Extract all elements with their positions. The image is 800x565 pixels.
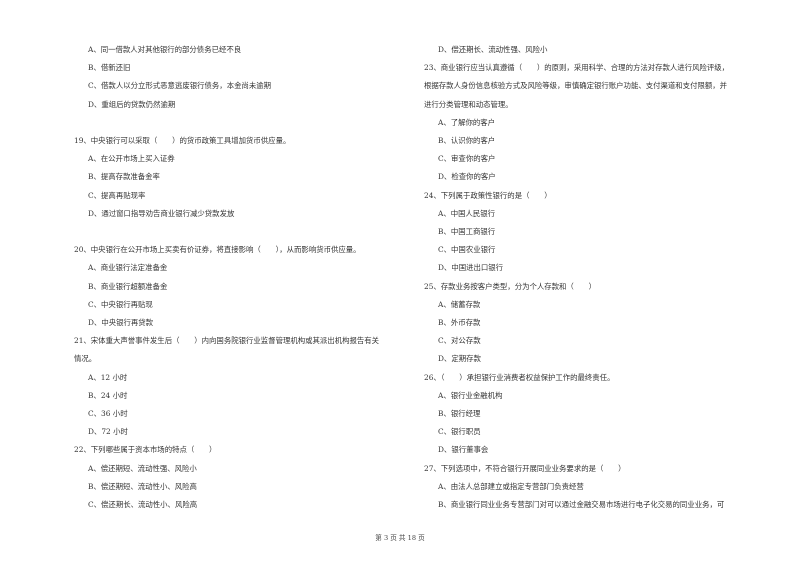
q24-option-c: C、中国农业银行 [438,245,496,255]
q24-option-b: B、中国工商银行 [438,227,496,237]
q21-stem-line1: 21、宋体重大声誉事件发生后（ ）内向国务院银行业监督管理机构或其派出机构报告有… [74,336,380,346]
q18-option-b: B、借新还旧 [88,63,131,73]
q25-option-b: B、外币存款 [438,318,481,328]
q22-option-b: B、偿还期短、流动性小、风险高 [88,481,197,491]
q20-option-c: C、中央银行再贴现 [88,299,153,309]
q23-option-b: B、认识你的客户 [438,136,496,146]
page-footer: 第 3 页 共 18 页 [375,534,425,542]
q19-option-c: C、提高再贴现率 [88,190,146,200]
q26-option-a: A、银行业金融机构 [438,390,503,400]
q21-stem-line2: 情况。 [74,354,97,364]
q26-option-d: D、银行董事会 [438,445,489,455]
q27-option-a: A、由法人总部建立或指定专营部门负责经营 [438,481,584,491]
q25-stem: 25、存款业务按客户类型，分为个人存款和（ ） [424,281,597,291]
q22-option-c: C、偿还期长、流动性小、风险高 [88,500,198,510]
q23-stem-line3: 进行分类管理和动态管理。 [424,99,513,109]
q19-option-d: D、通过窗口指导劝告商业银行减少贷款发放 [88,208,235,218]
q27-option-b: B、商业银行同业业务专营部门对可以通过金融交易市场进行电子化交易的同业业务，可 [438,500,725,510]
q25-option-c: C、对公存款 [438,336,481,346]
q27-stem: 27、下列选项中，不符合银行开展同业业务要求的是（ ） [424,463,626,473]
q21-option-a: A、12 小时 [88,372,128,382]
q21-option-b: B、24 小时 [88,390,128,400]
q21-option-d: D、72 小时 [88,427,128,437]
q22-stem: 22、下列哪些属于资本市场的特点（ ） [74,445,217,455]
q24-option-a: A、中国人民银行 [438,208,496,218]
q23-option-d: D、检查你的客户 [438,172,496,182]
q22-option-d: D、偿还期长、流动性强、风险小 [438,45,548,54]
right-column: D、偿还期长、流动性强、风险小 23、商业银行应当认真遵循（ ）的原则，采用科学… [424,41,764,514]
q25-option-a: A、储蓄存款 [438,299,481,309]
q26-option-c: C、银行职员 [438,427,481,437]
q18-option-c: C、借款人以分立形式恶意逃废银行债务，本金尚未逾期 [88,81,272,91]
q24-stem: 24、下列属于政策性银行的是（ ） [424,190,552,200]
q22-option-a: A、偿还期短、流动性强、风险小 [88,463,197,473]
q23-option-c: C、审查你的客户 [438,154,496,164]
q23-stem-line2: 根据存款人身份信息核验方式及风险等级，审慎确定银行账户功能、支付渠道和支付限额，… [424,81,728,91]
q25-option-d: D、定期存款 [438,354,481,364]
q20-option-d: D、中央银行再贷款 [88,318,154,328]
q21-option-c: C、36 小时 [88,409,128,419]
q23-option-a: A、了解你的客户 [438,117,496,127]
q19-option-b: B、提高存款准备金率 [88,172,160,182]
q18-option-d: D、重组后的贷款仍然逾期 [88,99,176,109]
q24-option-d: D、中国进出口银行 [438,263,504,273]
q19-option-a: A、在公开市场上买入证券 [88,154,175,164]
q26-option-b: B、银行经理 [438,409,481,419]
q20-stem: 20、中央银行在公开市场上买卖有价证券，将直接影响（ ），从而影响货币供应量。 [74,245,361,255]
q19-stem: 19、中央银行可以采取（ ）的货币政策工具增加货币供应量。 [74,136,291,145]
q20-option-a: A、商业银行法定准备金 [88,263,168,273]
q18-option-a: A、同一借款人对其他银行的部分债务已经不良 [88,45,242,54]
q20-option-b: B、商业银行超额准备金 [88,281,168,291]
q26-stem: 26、（ ）承担银行业消费者权益保护工作的最终责任。 [424,372,615,382]
left-column: A、同一借款人对其他银行的部分债务已经不良 B、借新还旧 C、借款人以分立形式恶… [74,41,404,514]
q23-stem-line1: 23、商业银行应当认真遵循（ ）的原则，采用科学、合理的方法对存款人进行风险评级… [424,63,730,73]
